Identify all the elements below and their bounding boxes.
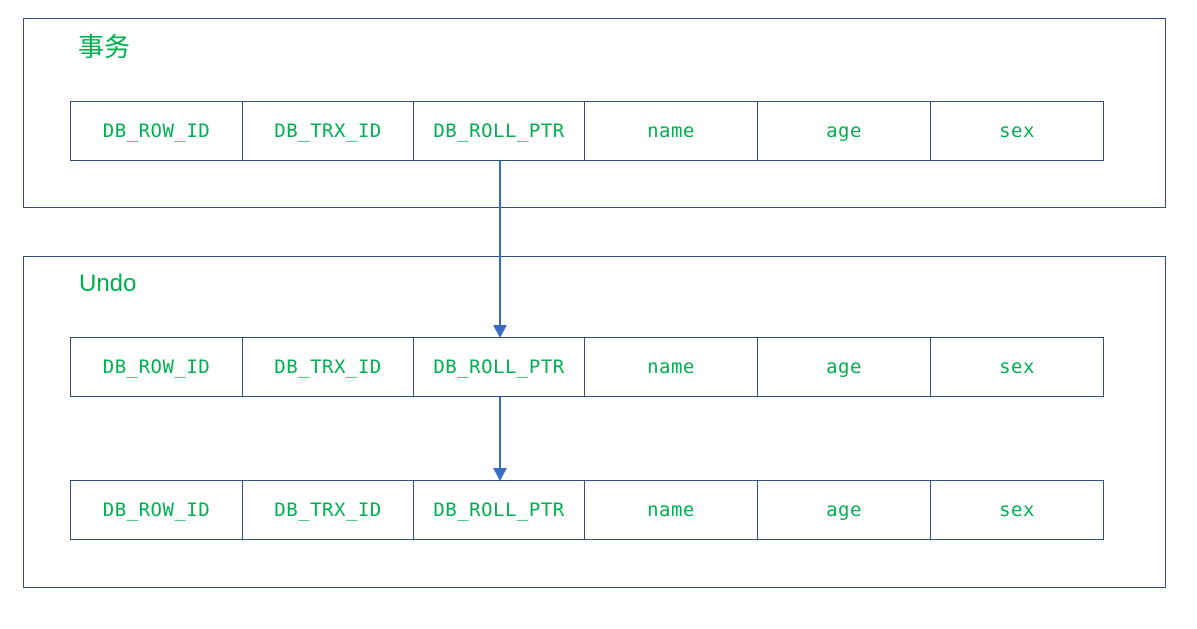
cell-db-roll-ptr: DB_ROLL_PTR: [414, 102, 585, 160]
table-row: DB_ROW_ID DB_TRX_ID DB_ROLL_PTR name age…: [70, 101, 1104, 161]
cell-age: age: [758, 481, 931, 539]
cell-name: name: [585, 102, 758, 160]
transaction-panel-title: 事务: [78, 33, 131, 63]
cell-db-row-id: DB_ROW_ID: [71, 102, 243, 160]
cell-db-trx-id: DB_TRX_ID: [243, 102, 414, 160]
cell-db-row-id: DB_ROW_ID: [71, 338, 243, 396]
cell-db-trx-id: DB_TRX_ID: [243, 481, 414, 539]
table-row: DB_ROW_ID DB_TRX_ID DB_ROLL_PTR name age…: [70, 337, 1104, 397]
table-row: DB_ROW_ID DB_TRX_ID DB_ROLL_PTR name age…: [70, 480, 1104, 540]
cell-db-row-id: DB_ROW_ID: [71, 481, 243, 539]
cell-age: age: [758, 338, 931, 396]
undo-panel-title: Undo: [79, 270, 137, 297]
cell-name: name: [585, 481, 758, 539]
cell-db-trx-id: DB_TRX_ID: [243, 338, 414, 396]
cell-name: name: [585, 338, 758, 396]
cell-sex: sex: [999, 120, 1035, 142]
cell-db-roll-ptr: DB_ROLL_PTR: [414, 338, 585, 396]
cell-sex: sex: [999, 356, 1035, 378]
cell-db-roll-ptr: DB_ROLL_PTR: [414, 481, 585, 539]
cell-age: age: [758, 102, 931, 160]
cell-sex: sex: [999, 499, 1035, 521]
